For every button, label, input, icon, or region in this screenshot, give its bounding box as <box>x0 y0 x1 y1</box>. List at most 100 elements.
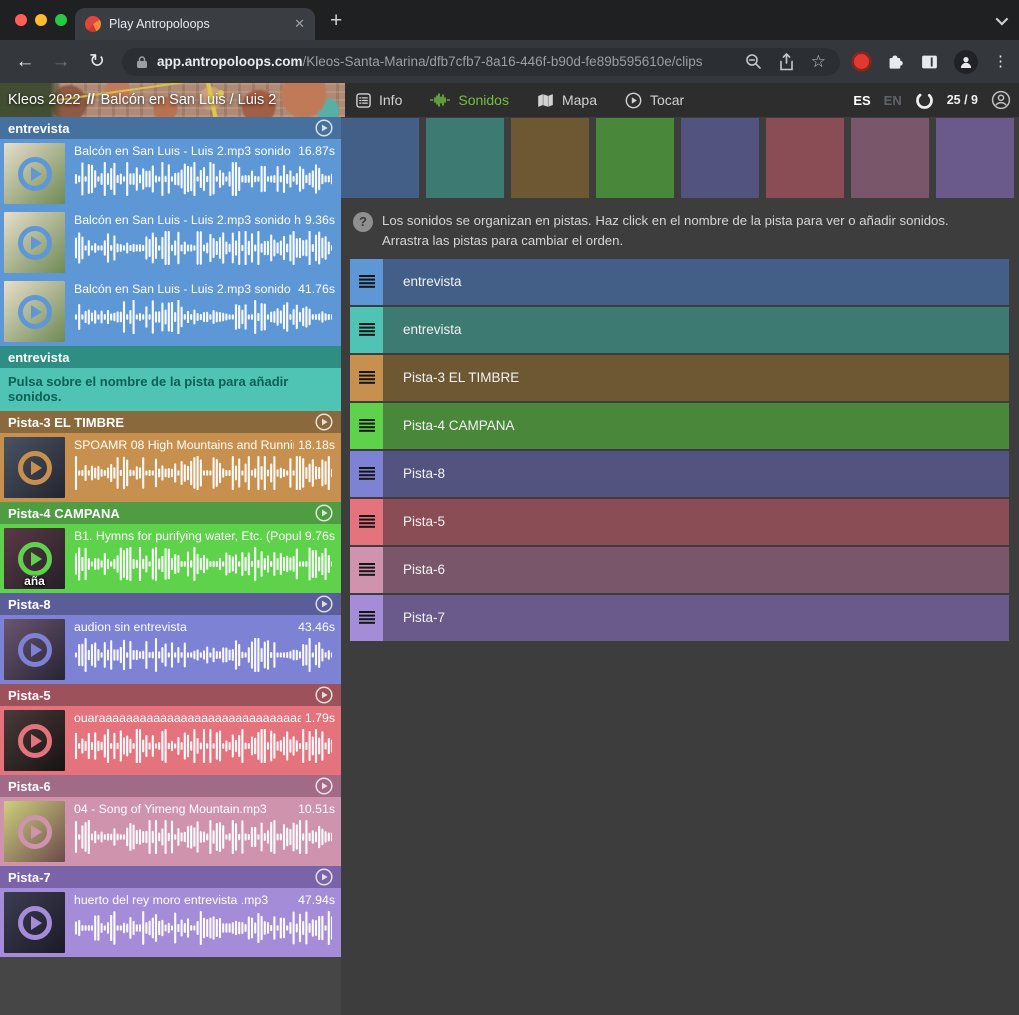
share-icon[interactable] <box>779 53 794 71</box>
play-track-icon[interactable] <box>315 504 333 522</box>
track-section-header[interactable]: entrevista <box>0 346 341 368</box>
play-track-icon[interactable] <box>315 686 333 704</box>
track-section-header[interactable]: Pista-5 <box>0 684 341 706</box>
minimize-window-button[interactable] <box>35 14 47 26</box>
drag-handle-icon <box>359 611 375 613</box>
play-track-icon[interactable] <box>315 777 333 795</box>
clip-item[interactable]: añaB1. Hymns for purifying water, Etc. (… <box>0 524 341 593</box>
url-text: app.antropoloops.com/Kleos-Santa-Marina/… <box>157 54 733 69</box>
tab-mapa[interactable]: Mapa <box>537 92 597 108</box>
track-row-bar[interactable]: entrevista <box>383 259 1009 305</box>
clip-thumbnail <box>4 892 65 953</box>
close-tab-icon[interactable]: ✕ <box>294 16 305 32</box>
play-clip-icon[interactable] <box>4 710 65 771</box>
account-icon[interactable] <box>991 90 1011 110</box>
track-row[interactable]: entrevista <box>350 259 1009 305</box>
play-track-icon[interactable] <box>315 868 333 886</box>
clip-item[interactable]: SPOAMR 08 High Mountains and Running ...… <box>0 433 341 502</box>
track-section-header[interactable]: Pista-3 EL TIMBRE <box>0 411 341 433</box>
clip-meta: Balcón en San Luis - Luis 2.mp3 sonido h… <box>69 139 341 208</box>
track-row[interactable]: Pista-3 EL TIMBRE <box>350 355 1009 401</box>
lang-en-button[interactable]: EN <box>884 93 902 108</box>
extensions-puzzle-icon[interactable] <box>886 52 905 71</box>
track-row-bar[interactable]: Pista-8 <box>383 451 1009 497</box>
clip-item[interactable]: 04 - Song of Yimeng Mountain.mp310.51s <box>0 797 341 866</box>
drag-handle[interactable] <box>350 595 383 641</box>
close-window-button[interactable] <box>15 14 27 26</box>
track-row-bar[interactable]: Pista-6 <box>383 547 1009 593</box>
map-thumbnail[interactable]: Kleos 2022//Balcón en San Luis / Luis 2 <box>0 83 345 117</box>
play-clip-icon[interactable] <box>4 143 65 204</box>
clip-title: ouaraaaaaaaaaaaaaaaaaaaaaaaaaaaaaaaaaaa.… <box>74 711 301 725</box>
play-clip-icon[interactable] <box>4 801 65 862</box>
play-clip-icon[interactable] <box>4 892 65 953</box>
tab-label: Mapa <box>562 92 597 108</box>
track-row[interactable]: Pista-8 <box>350 451 1009 497</box>
drag-handle[interactable] <box>350 355 383 401</box>
play-clip-icon[interactable] <box>4 619 65 680</box>
track-section-header[interactable]: entrevista <box>0 117 341 139</box>
tab-tocar[interactable]: Tocar <box>625 92 684 109</box>
play-clip-icon[interactable] <box>4 212 65 273</box>
zoom-window-button[interactable] <box>55 14 67 26</box>
record-indicator-icon[interactable] <box>854 54 869 69</box>
clip-item[interactable]: Balcón en San Luis - Luis 2.mp3 sonido h… <box>0 139 341 208</box>
clip-item[interactable]: huerto del rey moro entrevista .mp347.94… <box>0 888 341 957</box>
play-triangle <box>31 916 42 930</box>
drag-handle[interactable] <box>350 259 383 305</box>
window-controls <box>15 14 67 26</box>
tab-sonidos[interactable]: Sonidos <box>430 92 509 108</box>
clip-item[interactable]: Balcón en San Luis - Luis 2.mp3 sonido h… <box>0 277 341 346</box>
clip-title-row: B1. Hymns for purifying water, Etc. (Pop… <box>74 529 335 543</box>
play-track-icon[interactable] <box>315 413 333 431</box>
track-row-bar[interactable]: Pista-3 EL TIMBRE <box>383 355 1009 401</box>
clip-item[interactable]: ouaraaaaaaaaaaaaaaaaaaaaaaaaaaaaaaaaaaa.… <box>0 706 341 775</box>
new-tab-button[interactable]: + <box>330 9 342 33</box>
track-section-header[interactable]: Pista-4 CAMPANA <box>0 502 341 524</box>
reload-button[interactable]: ↻ <box>82 47 112 77</box>
bookmark-star-icon[interactable]: ☆ <box>811 53 826 70</box>
clip-waveform <box>74 729 332 763</box>
lang-es-button[interactable]: ES <box>853 93 870 108</box>
track-row-bar[interactable]: Pista-7 <box>383 595 1009 641</box>
tab-info[interactable]: Info <box>356 92 402 108</box>
track-name: Pista-4 CAMPANA <box>8 506 120 521</box>
drag-handle[interactable] <box>350 307 383 353</box>
track-row-bar[interactable]: entrevista <box>383 307 1009 353</box>
track-row[interactable]: Pista-5 <box>350 499 1009 545</box>
track-row-label: Pista-5 <box>403 514 445 529</box>
clip-item[interactable]: audion sin entrevista43.46s <box>0 615 341 684</box>
tab-search-chevron-icon[interactable] <box>996 13 1009 26</box>
track-row[interactable]: Pista-4 CAMPANA <box>350 403 1009 449</box>
play-track-icon[interactable] <box>315 119 333 137</box>
zoom-icon[interactable] <box>745 53 762 70</box>
track-row-bar[interactable]: Pista-5 <box>383 499 1009 545</box>
browser-tab[interactable]: Play Antropoloops ✕ <box>75 8 315 40</box>
play-track-icon[interactable] <box>315 595 333 613</box>
url-bar[interactable]: app.antropoloops.com/Kleos-Santa-Marina/… <box>122 48 840 76</box>
track-section-header[interactable]: Pista-8 <box>0 593 341 615</box>
back-button[interactable]: ← <box>10 47 40 77</box>
play-clip-icon[interactable] <box>4 437 65 498</box>
drag-handle[interactable] <box>350 403 383 449</box>
clip-item[interactable]: Balcón en San Luis - Luis 2.mp3 sonido h… <box>0 208 341 277</box>
track-row[interactable]: entrevista <box>350 307 1009 353</box>
breadcrumb: Kleos 2022//Balcón en San Luis / Luis 2 <box>8 83 276 117</box>
track-section-header[interactable]: Pista-6 <box>0 775 341 797</box>
clip-meta: ouaraaaaaaaaaaaaaaaaaaaaaaaaaaaaaaaaaaa.… <box>69 706 341 775</box>
browser-menu-icon[interactable]: ⋮ <box>993 59 999 64</box>
drag-handle[interactable] <box>350 499 383 545</box>
track-row-bar[interactable]: Pista-4 CAMPANA <box>383 403 1009 449</box>
clip-duration: 47.94s <box>298 893 335 907</box>
play-clip-icon[interactable] <box>4 281 65 342</box>
main-panel: ? Los sonidos se organizan en pistas. Ha… <box>341 117 1019 1015</box>
track-row[interactable]: Pista-6 <box>350 547 1009 593</box>
drag-handle[interactable] <box>350 451 383 497</box>
clip-title: Balcón en San Luis - Luis 2.mp3 sonido h… <box>74 144 294 158</box>
url-host: app.antropoloops.com <box>157 54 303 69</box>
side-panel-icon[interactable] <box>920 53 939 71</box>
drag-handle[interactable] <box>350 547 383 593</box>
track-section-header[interactable]: Pista-7 <box>0 866 341 888</box>
track-row[interactable]: Pista-7 <box>350 595 1009 641</box>
profile-avatar[interactable] <box>954 50 978 74</box>
